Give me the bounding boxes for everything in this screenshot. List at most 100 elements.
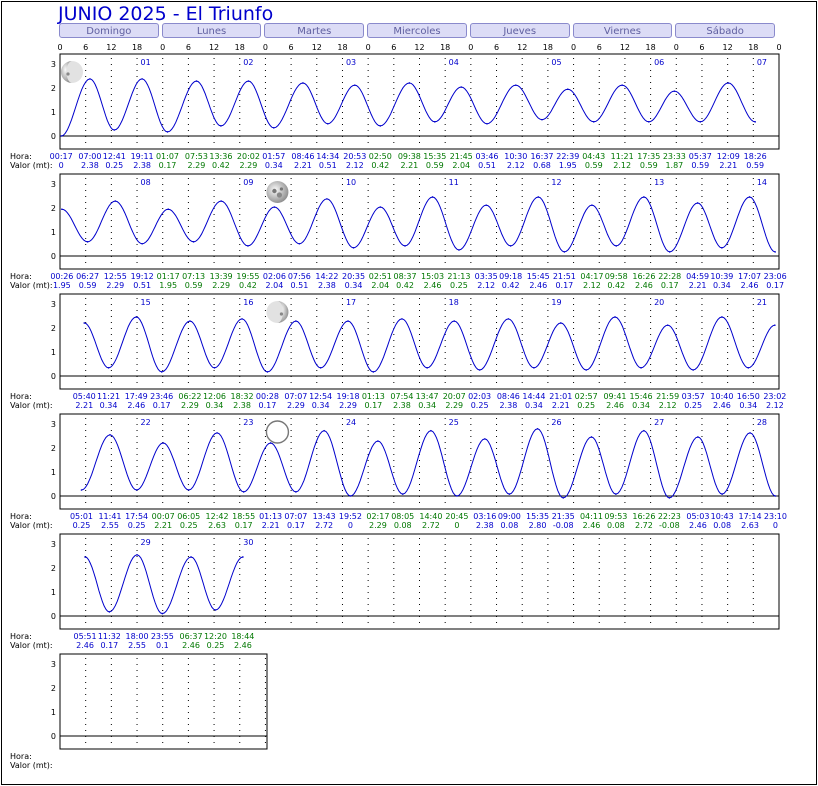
extreme-time-label: 18:55 (232, 512, 255, 521)
extreme-point (747, 367, 750, 369)
extreme-value-label: 2.63 (741, 521, 759, 530)
extreme-value-label: 0.08 (713, 521, 731, 530)
day-number-label: 05 (551, 58, 561, 67)
hora-label: Hora: (10, 152, 32, 161)
extreme-value-label: 0.17 (159, 161, 177, 170)
extreme-value-label: 1.87 (665, 161, 683, 170)
extreme-value-label: 0.17 (259, 401, 277, 410)
day-number-label: 22 (141, 418, 151, 427)
extreme-time-label: 20:53 (343, 152, 366, 161)
extreme-point (269, 442, 272, 444)
extreme-point (216, 432, 218, 434)
extreme-point (108, 611, 111, 613)
extreme-time-label: 21:51 (553, 272, 576, 281)
extreme-value-label: 2.72 (422, 521, 440, 530)
extreme-time-label: 00:28 (256, 392, 279, 401)
hour-tick-label: 18 (337, 43, 347, 52)
extreme-time-label: 17:07 (738, 272, 761, 281)
extreme-time-label: 15:03 (421, 272, 444, 281)
day-number-label: 06 (654, 58, 664, 67)
extreme-value-label: 2.72 (315, 521, 333, 530)
extreme-point (84, 556, 86, 558)
extreme-value-label: 0.17 (287, 521, 305, 530)
extreme-value-label: 2.46 (583, 521, 601, 530)
week-row-6 (59, 653, 268, 750)
extreme-value-label: 2.55 (101, 521, 119, 530)
extreme-time-label: 05:03 (686, 512, 709, 521)
moon-last-quarter-icon (266, 301, 289, 323)
extreme-point (80, 489, 83, 491)
extreme-point (89, 78, 91, 80)
extreme-value-label: 2.46 (529, 281, 547, 290)
extreme-point (323, 429, 325, 432)
week-row-1 (59, 53, 780, 150)
extreme-point (242, 556, 244, 558)
day-number-label: 18 (449, 298, 459, 307)
extreme-time-label: 14:44 (522, 392, 545, 401)
day-number-label: 07 (757, 58, 767, 67)
day-number-label: 10 (346, 178, 356, 187)
extreme-value-label: 0.34 (312, 401, 330, 410)
extreme-point (478, 369, 481, 371)
extreme-point (107, 367, 110, 369)
extreme-point (749, 432, 751, 434)
extreme-point (136, 554, 138, 556)
extreme-point (295, 491, 297, 493)
day-number-label: 24 (346, 418, 356, 427)
extreme-time-label: 07:56 (288, 272, 311, 281)
extreme-point (692, 369, 694, 371)
extreme-time-label: 19:52 (339, 512, 362, 521)
extreme-value-label: 0.17 (364, 401, 382, 410)
extreme-value-label: 0.25 (128, 521, 146, 530)
y-tick-label: 2 (51, 84, 56, 93)
extreme-time-label: 17:54 (125, 512, 148, 521)
y-tick-label: 1 (51, 228, 56, 237)
extreme-value-label: 0.59 (691, 161, 709, 170)
extreme-point (401, 493, 404, 495)
extreme-time-label: 05:37 (689, 152, 712, 161)
day-number-label: 03 (346, 58, 356, 67)
valor-label: Valor (mt): (10, 761, 53, 770)
extreme-time-label: 20:02 (237, 152, 260, 161)
extreme-value-label: 0.08 (607, 521, 625, 530)
extreme-time-label: 16:26 (632, 272, 655, 281)
hora-label: Hora: (10, 752, 32, 761)
extreme-value-label: 0.42 (607, 281, 625, 290)
extreme-point (591, 204, 593, 206)
extreme-value-label: 2.12 (477, 281, 495, 290)
extreme-value-label: 2.21 (262, 521, 280, 530)
week-row-4 (59, 413, 780, 510)
extreme-point (566, 88, 569, 90)
extreme-point (298, 242, 301, 245)
extreme-point (774, 251, 776, 253)
extreme-value-label: 2.21 (689, 281, 707, 290)
extreme-point (621, 84, 623, 86)
y-tick-label: 3 (51, 180, 56, 189)
moon-first-quarter-icon (61, 61, 83, 83)
extreme-time-label: 03:35 (475, 272, 498, 281)
extreme-time-label: 20:07 (443, 392, 466, 401)
extreme-time-label: 02:03 (468, 392, 491, 401)
extreme-time-label: 03:57 (682, 392, 705, 401)
extreme-value-label: 2.63 (208, 521, 226, 530)
extreme-time-label: 12:42 (206, 512, 229, 521)
day-number-label: 15 (141, 298, 151, 307)
extreme-value-label: 2.38 (476, 521, 494, 530)
hour-tick-label: 0 (263, 43, 268, 52)
extreme-point (379, 206, 382, 208)
extreme-time-label: 20:35 (342, 272, 365, 281)
tide-curve (61, 196, 776, 253)
extreme-time-label: 02:51 (369, 272, 392, 281)
extreme-point (404, 245, 406, 247)
week-row-2 (59, 173, 780, 270)
extreme-time-label: 17:49 (125, 392, 148, 401)
week-row-3 (59, 293, 780, 390)
extreme-value-label: 2.38 (81, 161, 99, 170)
extreme-point (697, 436, 699, 438)
hour-tick-label: 18 (543, 43, 553, 52)
extreme-point (167, 208, 170, 210)
hour-tick-label: 6 (391, 43, 396, 52)
extreme-value-label: 0.25 (105, 161, 123, 170)
extreme-time-label: 12:54 (309, 392, 332, 401)
extreme-point (668, 497, 671, 499)
